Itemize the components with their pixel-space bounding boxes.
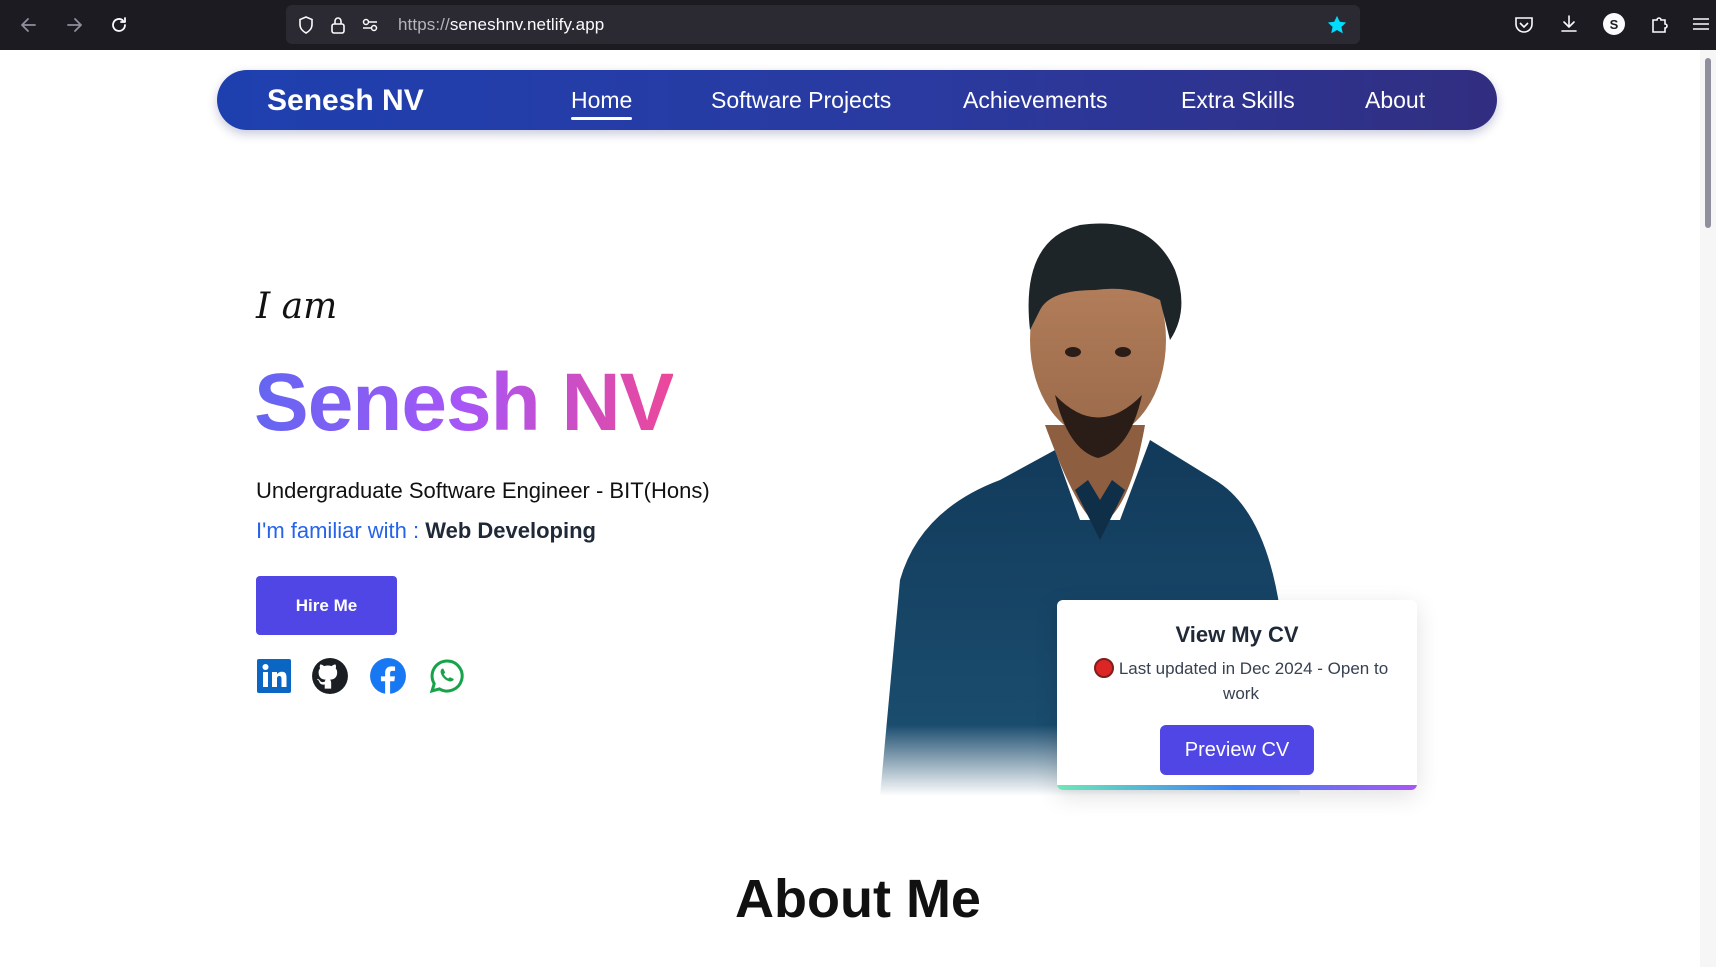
site-navbar: Senesh NV Home Software Projects Achieve… (217, 70, 1497, 130)
address-bar[interactable]: https://seneshnv.netlify.app (286, 5, 1360, 44)
hamburger-icon (1693, 18, 1709, 30)
hero-name: Senesh NV (254, 357, 674, 448)
url-text[interactable]: https://seneshnv.netlify.app (398, 15, 604, 35)
downloads-button[interactable] (1558, 13, 1580, 35)
nav-achievements[interactable]: Achievements (963, 87, 1107, 114)
menu-button[interactable] (1690, 13, 1712, 35)
hire-me-button[interactable]: Hire Me (256, 576, 397, 635)
forward-button[interactable] (61, 12, 87, 38)
bookmark-star-icon[interactable] (1326, 14, 1348, 36)
cv-card-title: View My CV (1175, 622, 1299, 647)
brand-logo[interactable]: Senesh NV (267, 84, 424, 118)
linkedin-icon (257, 659, 291, 693)
whatsapp-icon (429, 659, 464, 694)
pocket-button[interactable] (1513, 13, 1535, 35)
familiar-prefix: I'm familiar with : (256, 518, 426, 543)
puzzle-icon (1652, 17, 1668, 33)
url-scheme: https:// (398, 15, 450, 34)
github-link[interactable] (311, 657, 349, 695)
nav-home[interactable]: Home (571, 87, 633, 120)
nav-extra-skills[interactable]: Extra Skills (1181, 87, 1295, 114)
lock-icon[interactable] (328, 15, 348, 35)
status-dot-icon (1093, 658, 1114, 678)
web-page: Senesh NV Home Software Projects Achieve… (0, 50, 1700, 967)
back-button[interactable] (16, 12, 42, 38)
github-icon (312, 658, 348, 694)
arrow-right-icon (67, 18, 82, 32)
preview-cv-button[interactable]: Preview CV (1160, 725, 1314, 775)
page-scrollbar[interactable] (1700, 50, 1716, 967)
site-permissions-icon[interactable] (360, 15, 380, 35)
reload-button[interactable] (106, 12, 132, 38)
scrollbar-thumb[interactable] (1705, 58, 1711, 228)
browser-toolbar: https://seneshnv.netlify.app S (0, 0, 1716, 50)
hero-intro: I am (256, 286, 338, 327)
shield-icon[interactable] (296, 15, 316, 35)
cv-status: Last updated in Dec 2024 - Open to work (1087, 656, 1395, 706)
facebook-icon (370, 658, 406, 695)
reload-icon (112, 17, 126, 32)
facebook-link[interactable] (369, 657, 407, 695)
download-icon (1561, 15, 1577, 32)
pocket-icon (1515, 17, 1533, 33)
nav-about[interactable]: About (1365, 87, 1425, 114)
cv-status-text: Last updated in Dec 2024 - Open to work (1118, 659, 1389, 703)
url-host: seneshnv.netlify.app (449, 15, 605, 34)
familiar-skill: Web Developing (425, 518, 596, 543)
linkedin-link[interactable] (255, 657, 293, 695)
hero-familiar-line: I'm familiar with : Web Developing (256, 518, 596, 544)
cv-card: View My CV Last updated in Dec 2024 - Op… (1057, 600, 1417, 790)
arrow-left-icon (21, 18, 36, 32)
extensions-button[interactable] (1648, 13, 1670, 35)
whatsapp-link[interactable] (428, 657, 466, 695)
hero-subtitle: Undergraduate Software Engineer - BIT(Ho… (256, 478, 710, 503)
about-section-heading: About Me (735, 869, 981, 929)
account-avatar[interactable]: S (1603, 13, 1625, 35)
nav-software-projects[interactable]: Software Projects (711, 87, 891, 114)
